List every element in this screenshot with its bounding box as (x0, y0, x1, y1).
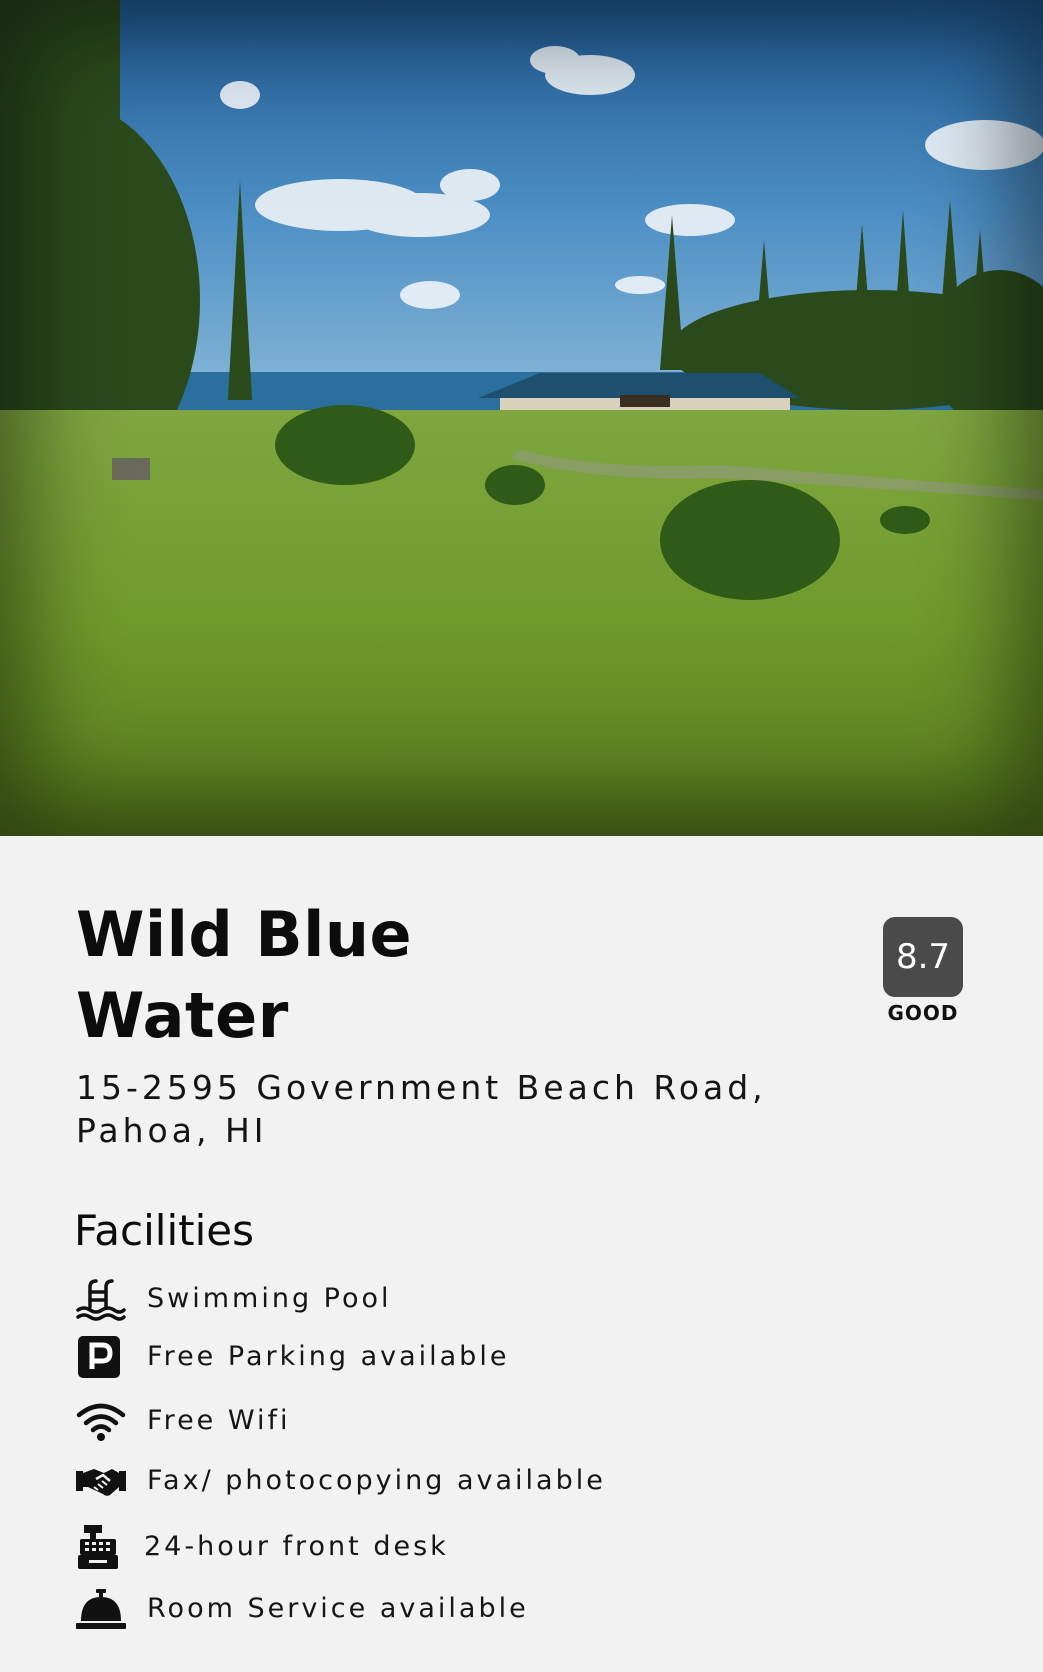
facility-label: Swimming Pool (147, 1283, 392, 1314)
parking-icon (76, 1335, 126, 1379)
facility-item-parking: Free Parking available (76, 1335, 776, 1379)
facility-label: Free Parking available (147, 1341, 510, 1372)
facility-item-fax: Fax/ photocopying available (76, 1459, 776, 1503)
facility-item-wifi: Free Wifi (76, 1399, 776, 1443)
facility-item-swimming-pool: Swimming Pool (76, 1277, 776, 1321)
facility-label: 24-hour front desk (144, 1531, 449, 1562)
hotel-hero-image (0, 0, 1043, 836)
facility-label: Room Service available (147, 1593, 529, 1624)
swimming-pool-icon (76, 1277, 126, 1321)
wifi-icon (76, 1399, 126, 1443)
rating-badge: 8.7 GOOD (883, 917, 963, 1025)
facility-label: Free Wifi (147, 1405, 291, 1436)
handshake-icon (76, 1459, 126, 1503)
rating-score: 8.7 (883, 917, 963, 997)
rating-label: GOOD (887, 1001, 959, 1025)
facility-label: Fax/ photocopying available (147, 1465, 606, 1496)
cash-register-icon (76, 1525, 126, 1569)
hotel-name: Wild Blue Water (76, 898, 413, 1052)
facility-item-front-desk: 24-hour front desk (76, 1525, 776, 1569)
facilities-title: Facilities (74, 1206, 254, 1255)
hotel-details-panel: Wild Blue Water 8.7 GOOD 15-2595 Governm… (0, 836, 1043, 1672)
service-bell-icon (76, 1587, 126, 1631)
facility-item-room-service: Room Service available (76, 1587, 776, 1631)
hotel-address: 15-2595 Government Beach Road, Pahoa, HI (76, 1068, 767, 1150)
